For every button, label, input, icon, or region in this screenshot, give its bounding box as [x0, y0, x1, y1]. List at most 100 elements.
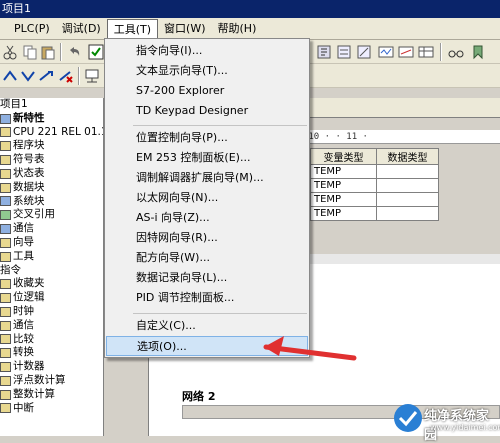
menu-item-ethernet-wizard[interactable]: 以太网向导(N)... [106, 188, 308, 208]
status-icon[interactable] [378, 44, 394, 60]
comm-icon [0, 224, 11, 235]
menu-help[interactable]: 帮助(H) [212, 19, 263, 39]
tree-item-label: 时钟 [13, 304, 34, 317]
tree-item-label: 符号表 [13, 153, 45, 166]
table-row[interactable]: TEMP [310, 178, 439, 193]
tools-dropdown-menu: 指令向导(I)... 文本显示向导(T)... S7-200 Explorer … [104, 38, 310, 358]
toolbar-separator [78, 67, 80, 85]
menu-item-modem-expansion-wizard[interactable]: 调制解调器扩展向导(M)... [106, 168, 308, 188]
menu-item-position-control-wizard[interactable]: 位置控制向导(P)... [106, 128, 308, 148]
tree-item-label: 中断 [13, 401, 34, 414]
network-icon[interactable] [84, 68, 100, 84]
column-header-data-type: 数据类型 [376, 148, 439, 165]
tree-item[interactable]: CPU 221 REL 01.10 [0, 126, 103, 140]
cut-icon[interactable] [2, 44, 18, 60]
menu-plc[interactable]: PLC(P) [8, 19, 56, 39]
menu-item-em253-control-panel[interactable]: EM 253 控制面板(E)... [106, 148, 308, 168]
monitor-icon[interactable] [356, 44, 372, 60]
program-icon[interactable] [336, 44, 352, 60]
folder-icon [0, 155, 11, 166]
table-cell[interactable] [376, 178, 439, 193]
tree-item[interactable]: 交叉引用 [0, 208, 103, 222]
table-cell[interactable]: TEMP [310, 164, 377, 179]
table-cell[interactable]: TEMP [310, 192, 377, 207]
table-icon[interactable] [418, 44, 434, 60]
contact-up-icon[interactable] [2, 68, 18, 84]
tree-item[interactable]: 数据块 [0, 181, 103, 195]
tree-item-label: 数据块 [13, 180, 45, 193]
menu-item-recipe-wizard[interactable]: 配方向导(W)... [106, 248, 308, 268]
menu-item-instruction-wizard[interactable]: 指令向导(I)... [106, 41, 308, 61]
tree-item-label: 通信 [13, 318, 34, 331]
table-cell[interactable] [376, 164, 439, 179]
tree-item-label: 工具 [13, 249, 34, 262]
folder-icon [0, 389, 11, 400]
menu-item-s7-200-explorer[interactable]: S7-200 Explorer [106, 81, 308, 101]
tree-item[interactable]: 符号表 [0, 153, 103, 167]
menu-item-text-display-wizard[interactable]: 文本显示向导(T)... [106, 61, 308, 81]
menu-tools[interactable]: 工具(T) [106, 18, 159, 39]
tree-item[interactable]: 整数计算 [0, 388, 103, 402]
tree-item[interactable]: 工具 [0, 250, 103, 264]
toolbar-separator [60, 43, 62, 61]
menu-item-internet-wizard[interactable]: 因特网向导(R)... [106, 228, 308, 248]
tree-item[interactable]: 状态表 [0, 167, 103, 181]
tree-item[interactable]: 新特性 [0, 112, 103, 126]
tree-item[interactable]: 项目1 [0, 98, 103, 112]
folder-icon [0, 293, 11, 304]
menu-bar: PLC(P) 调试(D) 工具(T) 窗口(W) 帮助(H) [0, 18, 500, 40]
menu-item-as-i-wizard[interactable]: AS-i 向导(Z)... [106, 208, 308, 228]
tree-item[interactable]: 收藏夹 [0, 277, 103, 291]
window-title: 项目1 [0, 0, 500, 18]
tree-item[interactable]: 位逻辑 [0, 291, 103, 305]
table-row[interactable]: TEMP [310, 206, 439, 221]
menu-item-data-log-wizard[interactable]: 数据记录向导(L)... [106, 268, 308, 288]
tree-item-label: 收藏夹 [13, 277, 45, 290]
table-cell[interactable] [376, 206, 439, 221]
trend-icon[interactable] [398, 44, 414, 60]
copy-icon[interactable] [22, 44, 38, 60]
download-icon[interactable] [316, 44, 332, 60]
system-block-icon [0, 196, 11, 207]
tree-item-label: 指令 [0, 263, 21, 276]
tree-item-label: 程序块 [13, 139, 45, 152]
cross-ref-icon [0, 210, 11, 221]
bookmark-icon[interactable] [470, 44, 486, 60]
delete-line-icon[interactable] [58, 68, 74, 84]
paste-icon[interactable] [40, 44, 56, 60]
tree-item[interactable]: 向导 [0, 236, 103, 250]
tree-item[interactable]: 转换 [0, 346, 103, 360]
tree-item[interactable]: 计数器 [0, 360, 103, 374]
tree-item-label: 转换 [13, 346, 34, 359]
table-row[interactable]: TEMP [310, 192, 439, 207]
compile-icon[interactable] [88, 44, 104, 60]
tree-item[interactable]: 通信 [0, 222, 103, 236]
table-cell[interactable]: TEMP [310, 178, 377, 193]
line-icon[interactable] [38, 68, 54, 84]
tree-item[interactable]: 时钟 [0, 305, 103, 319]
table-row[interactable]: TEMP [310, 164, 439, 179]
undo-icon[interactable] [66, 44, 82, 60]
table-cell[interactable] [376, 192, 439, 207]
menu-window[interactable]: 窗口(W) [158, 19, 211, 39]
glasses-icon[interactable] [448, 44, 464, 60]
tree-item-label: 新特性 [13, 111, 45, 124]
tree-item[interactable]: 比较 [0, 333, 103, 347]
menu-item-td-keypad-designer[interactable]: TD Keypad Designer [106, 101, 308, 121]
tree-item[interactable]: 指令 [0, 264, 103, 278]
folder-icon [0, 348, 11, 359]
tree-item-label: 向导 [13, 235, 34, 248]
menu-debug[interactable]: 调试(D) [56, 19, 107, 39]
tree-item[interactable]: 中断 [0, 402, 103, 416]
tree-item[interactable]: 通信 [0, 319, 103, 333]
table-cell[interactable]: TEMP [310, 206, 377, 221]
menu-separator [133, 313, 307, 314]
tree-item-label: CPU 221 REL 01.10 [13, 125, 103, 138]
tree-item[interactable]: 浮点数计算 [0, 374, 103, 388]
folder-icon [0, 237, 11, 248]
tree-item[interactable]: 系统块 [0, 195, 103, 209]
folder-icon [0, 403, 11, 414]
tree-item[interactable]: 程序块 [0, 139, 103, 153]
contact-down-icon[interactable] [20, 68, 36, 84]
menu-item-pid-control-panel[interactable]: PID 调节控制面板... [106, 288, 308, 308]
